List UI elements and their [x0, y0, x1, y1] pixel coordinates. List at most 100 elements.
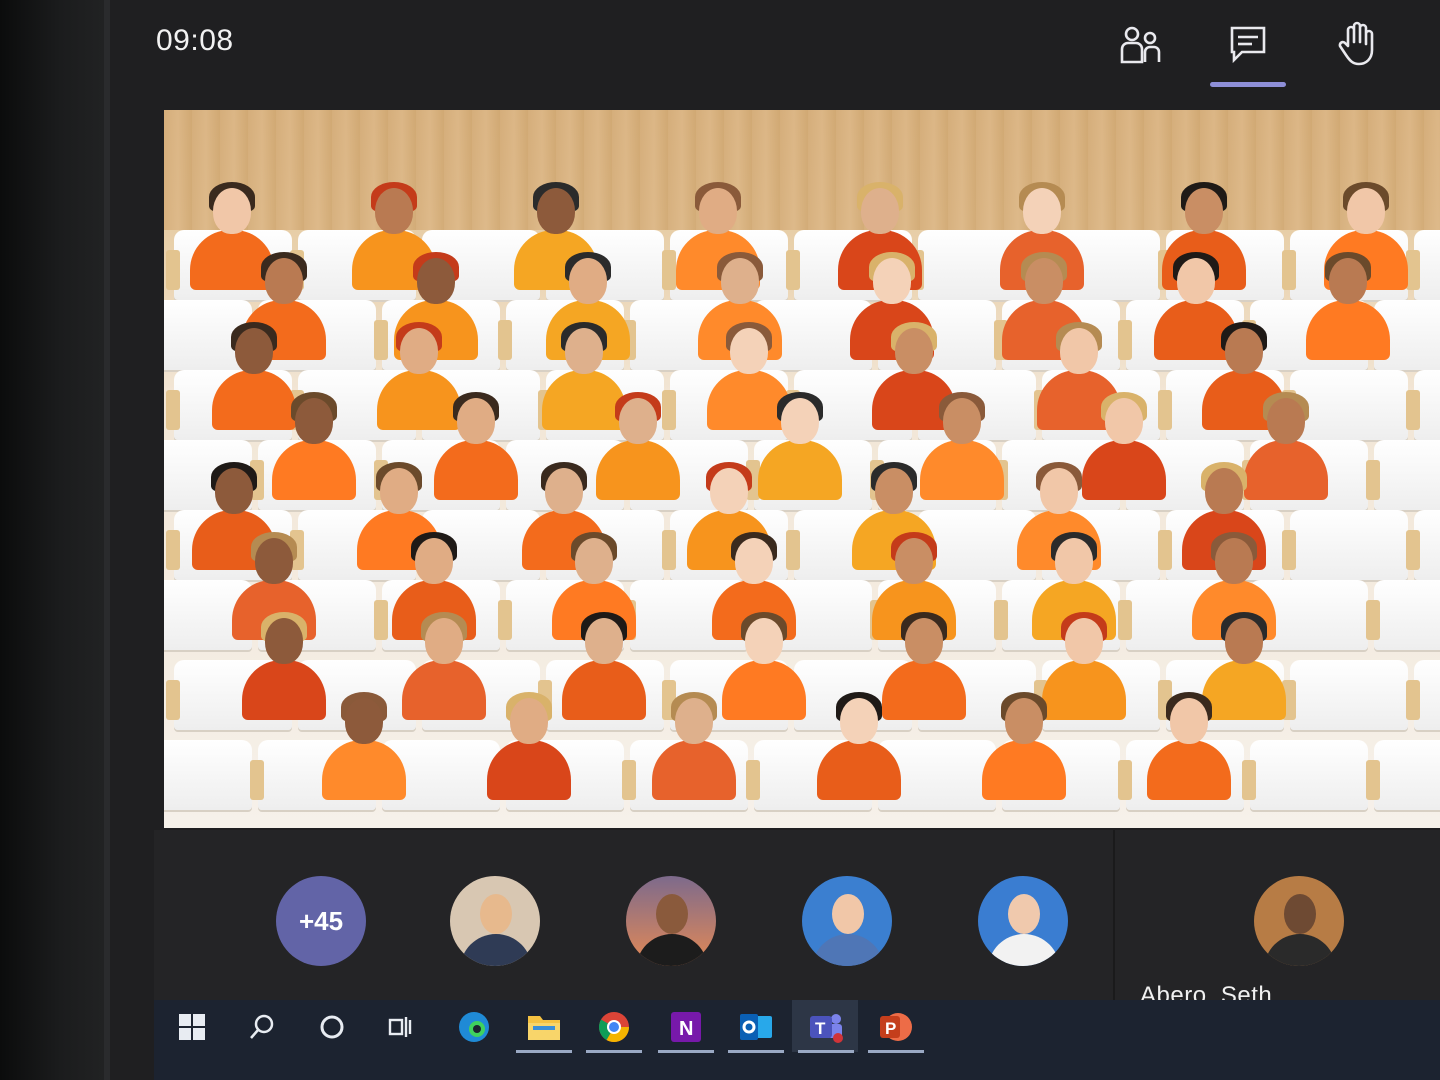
task-view-icon[interactable] [376, 1005, 424, 1049]
participant-face [745, 618, 783, 664]
people-icon[interactable] [1114, 18, 1166, 70]
seat-post [1366, 460, 1380, 500]
onenote-icon[interactable]: N [662, 1005, 710, 1049]
seat-post [166, 530, 180, 570]
auditorium-seat [164, 740, 252, 810]
raise-hand-icon[interactable] [1330, 18, 1382, 70]
participant-shirt [487, 740, 571, 800]
seat-post [662, 530, 676, 570]
participant-face [1023, 188, 1061, 234]
together-mode-participant [809, 690, 909, 800]
participant-face [265, 258, 303, 304]
participant-face [895, 538, 933, 584]
participant-face [215, 468, 253, 514]
participant-shirt [402, 660, 486, 720]
outlook-icon[interactable] [732, 1005, 780, 1049]
participant-face [1329, 258, 1367, 304]
taskbar-running-indicator [516, 1050, 572, 1053]
edge-icon[interactable] [450, 1005, 498, 1049]
participant-face [265, 618, 303, 664]
seat-post [622, 760, 636, 800]
participant-face [861, 188, 899, 234]
participant-face [1040, 468, 1078, 514]
overflow-participants-badge[interactable]: +45 [276, 876, 366, 966]
participant-face [895, 328, 933, 374]
participant-face [1060, 328, 1098, 374]
chrome-icon[interactable] [590, 1005, 638, 1049]
participant-face [1215, 538, 1253, 584]
search-icon[interactable] [238, 1005, 286, 1049]
meeting-clock: 09:08 [156, 24, 234, 57]
seat-post [994, 600, 1008, 640]
auditorium-seat [1374, 440, 1440, 510]
participant-face [1170, 698, 1208, 744]
together-mode-participant [974, 690, 1074, 800]
participant-face [255, 538, 293, 584]
avatar-shoulders [1264, 934, 1336, 966]
avatar-face [832, 894, 864, 934]
auditorium-seat [1374, 740, 1440, 810]
participant-face [675, 698, 713, 744]
participant-face [1205, 468, 1243, 514]
svg-text:N: N [679, 1018, 693, 1040]
participant-face [1225, 328, 1263, 374]
auditorium-seat [1374, 580, 1440, 650]
seat-post [250, 760, 264, 800]
participant-avatar[interactable] [450, 876, 540, 966]
svg-text:P: P [885, 1019, 896, 1038]
windows-start-icon[interactable] [168, 1005, 216, 1049]
cortana-icon[interactable] [308, 1005, 356, 1049]
participant-face [375, 188, 413, 234]
participant-face [575, 538, 613, 584]
participant-face [735, 538, 773, 584]
seat-post [1366, 760, 1380, 800]
participant-shirt [652, 740, 736, 800]
file-explorer-icon[interactable] [520, 1005, 568, 1049]
participant-face [710, 468, 748, 514]
participant-avatar[interactable] [626, 876, 716, 966]
participant-face [510, 698, 548, 744]
participant-face [415, 538, 453, 584]
participant-face [873, 258, 911, 304]
chat-icon[interactable] [1222, 18, 1274, 70]
participant-face [721, 258, 759, 304]
participant-face [840, 698, 878, 744]
participant-face [380, 468, 418, 514]
participant-face [569, 258, 607, 304]
avatar-face [1008, 894, 1040, 934]
seat-post [1158, 530, 1172, 570]
participant-face [400, 328, 438, 374]
participant-face [1177, 258, 1215, 304]
seat-post [1282, 530, 1296, 570]
participant-face [730, 328, 768, 374]
seat-post [1406, 390, 1420, 430]
taskbar-running-indicator [798, 1050, 854, 1053]
seat-post [746, 760, 760, 800]
participant-face [1105, 398, 1143, 444]
participant-face [1005, 698, 1043, 744]
participant-face [545, 468, 583, 514]
participant-face [905, 618, 943, 664]
seat-post [498, 600, 512, 640]
together-mode-participant [1298, 250, 1398, 360]
participant-face [1185, 188, 1223, 234]
participant-face [235, 328, 273, 374]
self-avatar[interactable] [1254, 876, 1344, 966]
seat-post [498, 320, 512, 360]
participant-face [213, 188, 251, 234]
avatar-face [1284, 894, 1316, 934]
powerpoint-icon[interactable]: P [872, 1005, 920, 1049]
together-mode-participant [314, 690, 414, 800]
participant-face [619, 398, 657, 444]
participant-face [565, 328, 603, 374]
strip-divider [1113, 830, 1115, 1000]
teams-icon[interactable]: T [802, 1005, 850, 1049]
participant-face [943, 398, 981, 444]
participant-avatar[interactable] [978, 876, 1068, 966]
together-mode-participant [644, 690, 744, 800]
participant-face [295, 398, 333, 444]
taskbar-running-indicator [868, 1050, 924, 1053]
participant-avatar[interactable] [802, 876, 892, 966]
avatar-shoulders [636, 934, 708, 966]
seat-post [166, 680, 180, 720]
